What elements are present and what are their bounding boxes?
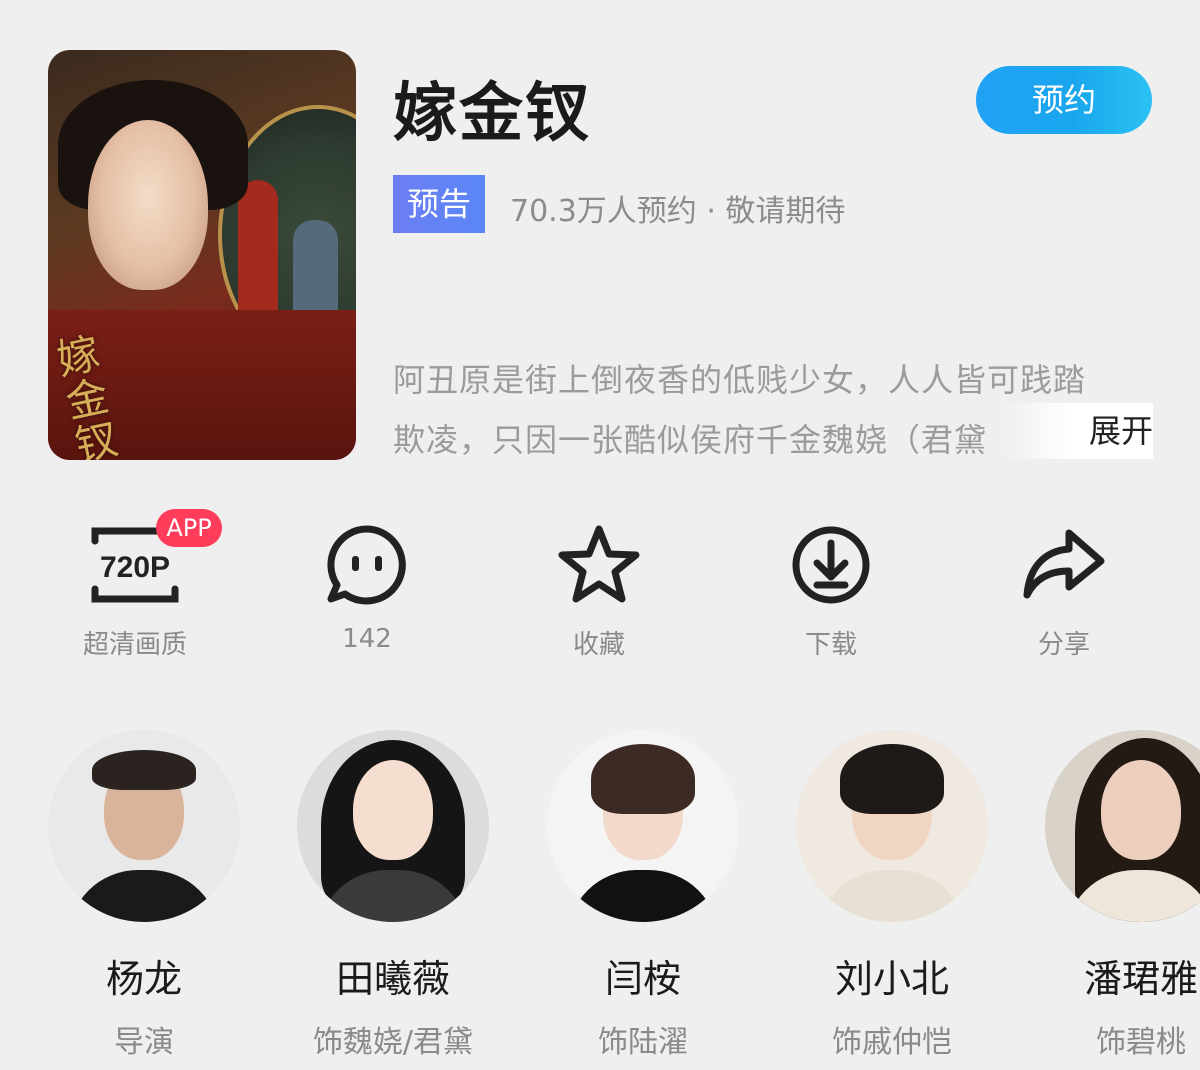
synopsis-line: 阿丑原是街上倒夜香的低贱少女，人人皆可践踏 (393, 361, 1087, 399)
share-button[interactable]: 分享 (974, 520, 1154, 661)
download-button[interactable]: 下载 (741, 520, 921, 661)
cast-name: 潘珺雅 (1083, 957, 1198, 1001)
star-icon (509, 520, 689, 610)
comment-icon (277, 520, 457, 610)
download-label: 下载 (804, 630, 857, 660)
cast-name: 刘小北 (834, 957, 949, 1001)
cast-item[interactable]: 闫桉 饰陆濯 (547, 730, 739, 1061)
reserve-button[interactable]: 预约 (976, 66, 1152, 134)
cast-role: 饰魏娆/君黛 (312, 1025, 474, 1060)
reservation-info: 70.3万人预约 · 敬请期待 (510, 194, 846, 229)
cast-name: 田曦薇 (335, 957, 450, 1001)
cast-role: 导演 (114, 1025, 174, 1060)
favorite-label: 收藏 (572, 630, 625, 660)
cast-item[interactable]: 杨龙 导演 (48, 730, 240, 1061)
poster-figure (293, 220, 338, 320)
cast-role: 饰陆濯 (598, 1025, 688, 1060)
expand-button[interactable]: 展开 (1003, 403, 1153, 459)
cast-item[interactable]: 潘珺雅 饰碧桃 (1045, 730, 1200, 1061)
avatar (1045, 730, 1200, 922)
share-icon (974, 520, 1154, 610)
share-label: 分享 (1037, 630, 1090, 660)
avatar (547, 730, 739, 922)
cast-item[interactable]: 刘小北 饰戚仲恺 (796, 730, 988, 1061)
poster-image[interactable]: 嫁金钗 (48, 50, 356, 460)
poster-face-shape (88, 120, 208, 290)
app-badge: APP (156, 509, 222, 547)
favorite-button[interactable]: 收藏 (509, 520, 689, 661)
hd-720p-text: 720P (100, 551, 170, 584)
comment-count: 142 (342, 624, 392, 654)
avatar (796, 730, 988, 922)
download-icon (741, 520, 921, 610)
quality-label: 超清画质 (82, 630, 187, 660)
detail-page: 嫁金钗 嫁金钗 预约 预告 70.3万人预约 · 敬请期待 阿丑原是街上倒夜香的… (0, 0, 1200, 1070)
cast-item[interactable]: 田曦薇 饰魏娆/君黛 (297, 730, 489, 1061)
comment-button[interactable]: 142 (277, 520, 457, 654)
cast-name: 闫桉 (604, 957, 681, 1001)
avatar (297, 730, 489, 922)
avatar (48, 730, 240, 922)
cast-role: 饰碧桃 (1096, 1025, 1186, 1060)
trailer-tag: 预告 (393, 175, 485, 233)
page-title: 嫁金钗 (393, 77, 591, 151)
cast-name: 杨龙 (105, 957, 182, 1001)
cast-role: 饰戚仲恺 (832, 1025, 952, 1060)
